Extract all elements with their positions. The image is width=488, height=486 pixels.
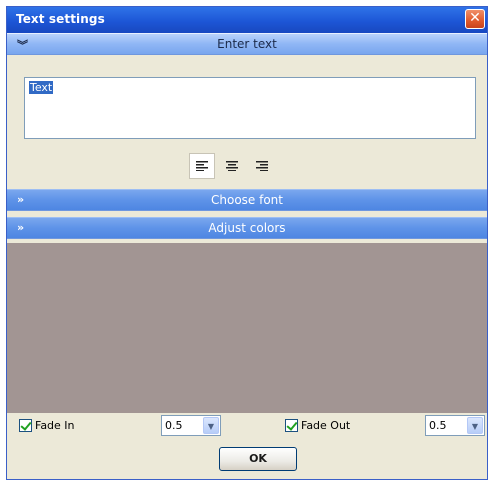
dialog-title: Text settings: [16, 12, 105, 26]
section-choose-font[interactable]: » Choose font: [7, 189, 487, 211]
align-right-icon: [256, 161, 268, 171]
section-enter-text[interactable]: ︾ Enter text: [7, 33, 487, 55]
section-label-choose-font: Choose font: [211, 193, 283, 207]
fade-in-label: Fade In: [35, 419, 75, 432]
text-input[interactable]: Text: [24, 77, 476, 139]
ok-button[interactable]: OK: [219, 447, 297, 471]
checkbox-checked-icon: [285, 419, 298, 432]
section-label-enter-text: Enter text: [217, 37, 277, 51]
text-input-value: Text: [29, 81, 54, 94]
color-preview-area: [7, 243, 487, 413]
align-left-icon: [196, 161, 208, 171]
fade-out-value: 0.5: [429, 419, 447, 432]
align-center-button[interactable]: [219, 153, 245, 179]
fade-in-select[interactable]: 0.5 ▼: [161, 415, 221, 436]
fade-in-value: 0.5: [165, 419, 183, 432]
align-left-button[interactable]: [189, 153, 215, 179]
close-icon: ✕: [469, 10, 481, 26]
fade-options-row: Fade In 0.5 ▼ Fade Out 0.5 ▼: [7, 415, 487, 437]
fade-in-checkbox[interactable]: Fade In: [19, 419, 75, 432]
chevron-down-icon: ▼: [467, 417, 483, 434]
chevron-down-icon: ▼: [203, 417, 219, 434]
section-label-adjust-colors: Adjust colors: [208, 221, 286, 235]
fade-out-checkbox[interactable]: Fade Out: [285, 419, 350, 432]
checkbox-checked-icon: [19, 419, 32, 432]
text-settings-dialog: Text settings ✕ ︾ Enter text Text » Choo…: [6, 6, 488, 480]
section-adjust-colors[interactable]: » Adjust colors: [7, 217, 487, 239]
title-bar[interactable]: Text settings ✕: [7, 7, 487, 33]
fade-out-select[interactable]: 0.5 ▼: [425, 415, 485, 436]
align-right-button[interactable]: [249, 153, 275, 179]
close-button[interactable]: ✕: [465, 9, 485, 29]
fade-out-label: Fade Out: [301, 419, 351, 432]
align-center-icon: [226, 161, 238, 171]
